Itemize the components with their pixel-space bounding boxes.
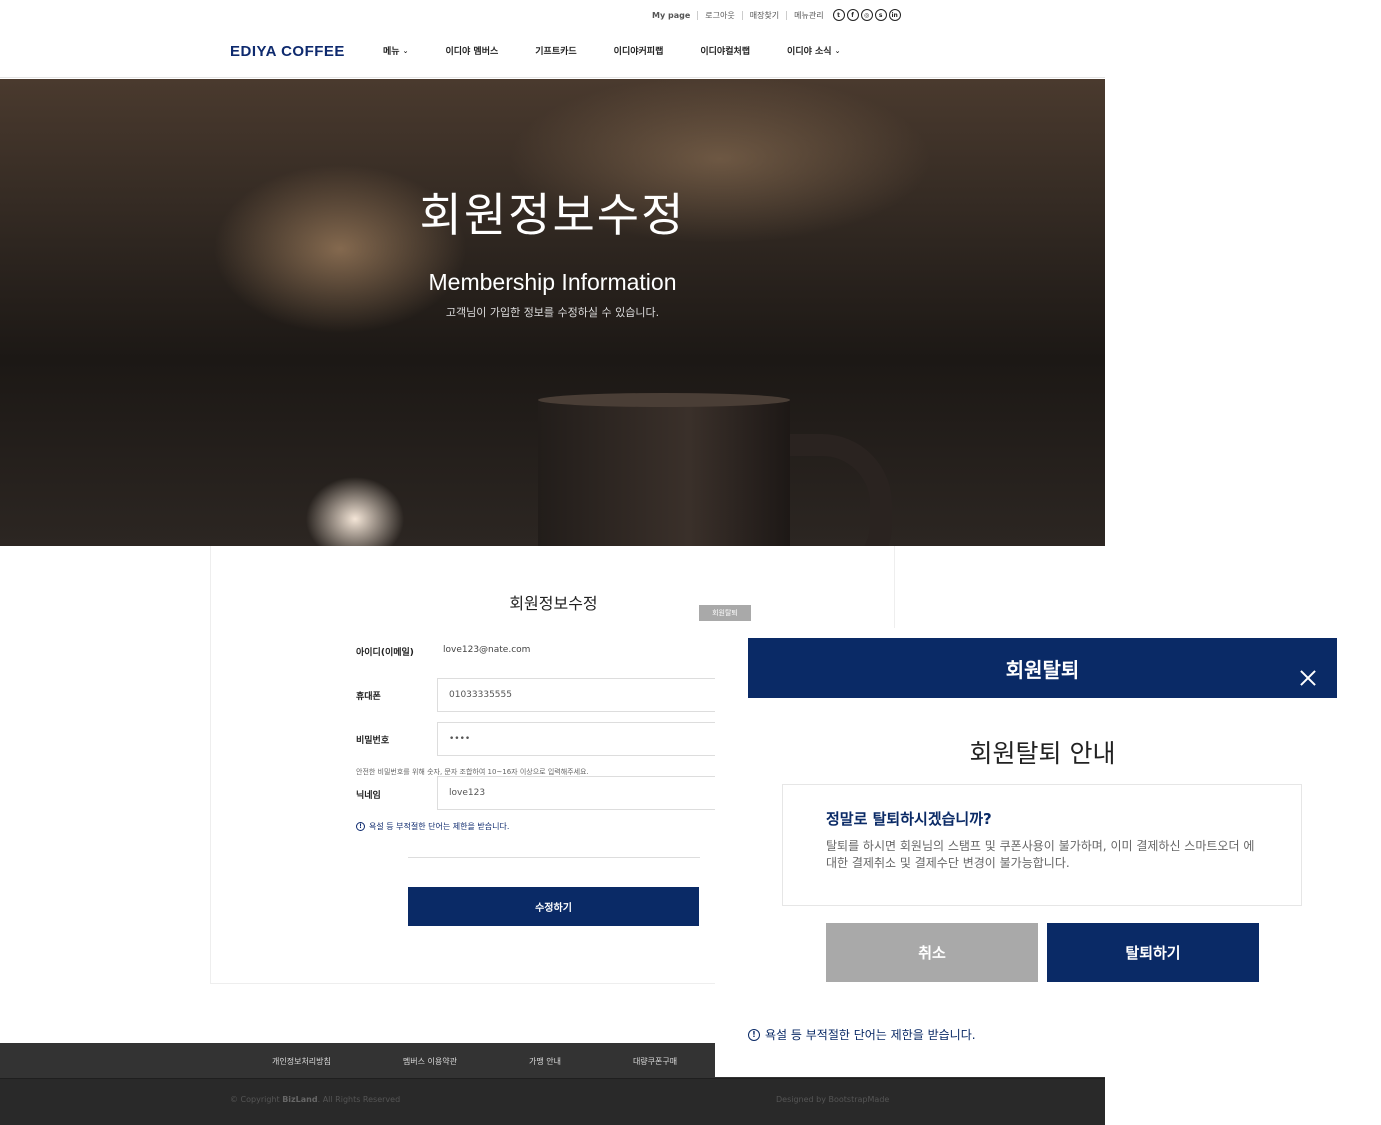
nav-menu: 메뉴 ⌄ 이디야 멤버스 기프트카드 이디야커피랩 이디야컬처랩 이디야 소식 ⌄ (383, 44, 877, 58)
confirm-withdraw-button[interactable]: 탈퇴하기 (1047, 923, 1259, 982)
modal-header: 회원탈퇴 (748, 638, 1337, 698)
password-field[interactable]: •••• (437, 722, 727, 756)
info-icon: ! (356, 822, 365, 831)
nav-item-news[interactable]: 이디야 소식 ⌄ (787, 44, 841, 58)
hero-subtitle: Membership Information (428, 269, 677, 295)
designed-by[interactable]: Designed by BootstrapMade (776, 1095, 889, 1104)
modal-title: 회원탈퇴 (1005, 658, 1080, 682)
notice-question: 정말로 탈퇴하시겠습니까? (826, 810, 992, 828)
mypage-link[interactable]: My page (652, 10, 699, 20)
store-finder-link[interactable]: 매장찾기 (743, 10, 788, 20)
close-icon[interactable] (1298, 668, 1318, 688)
social-links: t f ◎ s in (832, 9, 901, 21)
twitter-icon[interactable]: t (832, 9, 845, 21)
phone-field[interactable]: 01033335555 (437, 678, 727, 712)
password-label: 비밀번호 (356, 736, 390, 746)
nav-item-members[interactable]: 이디야 멤버스 (445, 44, 498, 57)
footer-link-terms[interactable]: 멤버스 이용약관 (403, 1056, 457, 1067)
utility-bar: My page 로그아웃 매장찾기 메뉴관리 t f ◎ s in (652, 8, 901, 22)
facebook-icon[interactable]: f (846, 9, 859, 21)
nav-item-coffeelab[interactable]: 이디야커피랩 (614, 44, 664, 57)
menu-manage-link[interactable]: 메뉴관리 (787, 11, 830, 20)
main-nav: EDIYA COFFEE 메뉴 ⌄ 이디야 멤버스 기프트카드 이디야커피랩 이디… (0, 30, 1105, 78)
copyright: © Copyright BizLand. All Rights Reserved (230, 1095, 401, 1104)
info-icon: ! (748, 1028, 760, 1041)
mug-decoration (538, 397, 790, 546)
modal-note: ! 욕설 등 부적절한 단어는 제한을 받습니다. (748, 1026, 976, 1043)
form-title: 회원정보수정 (509, 594, 598, 613)
footer-link-bulk-coupon[interactable]: 대량쿠폰구매 (633, 1056, 677, 1067)
chevron-down-icon: ⌄ (834, 46, 841, 55)
instagram-icon[interactable]: ◎ (860, 9, 873, 21)
mug-rim-decoration (538, 393, 790, 407)
footer-bottom: © Copyright BizLand. All Rights Reserved… (0, 1079, 1105, 1125)
brand-logo[interactable]: EDIYA COFFEE (230, 43, 345, 60)
id-value: love123@nate.com (443, 645, 531, 655)
logout-link[interactable]: 로그아웃 (698, 10, 743, 20)
cancel-button[interactable]: 취소 (826, 923, 1038, 982)
skype-icon[interactable]: s (874, 9, 887, 21)
withdraw-button[interactable]: 회원탈퇴 (699, 605, 751, 621)
nav-item-giftcard[interactable]: 기프트카드 (535, 44, 576, 57)
nickname-label: 닉네임 (356, 791, 381, 801)
phone-label: 휴대폰 (356, 692, 381, 702)
nickname-note: ! 욕설 등 부적절한 단어는 제한을 받습니다. (356, 821, 509, 832)
modal-heading: 회원탈퇴 안내 (969, 739, 1116, 768)
form-divider (408, 857, 700, 858)
nav-item-culturelab[interactable]: 이디야컬처랩 (700, 44, 750, 57)
nav-item-menu[interactable]: 메뉴 ⌄ (383, 44, 409, 58)
hero-banner: 회원정보수정 Membership Information 고객님이 가입한 정… (0, 79, 1105, 546)
linkedin-icon[interactable]: in (888, 9, 901, 21)
nickname-field[interactable]: love123 (437, 776, 727, 810)
submit-button[interactable]: 수정하기 (408, 887, 699, 926)
hero-description: 고객님이 가입한 정보를 수정하실 수 있습니다. (445, 306, 660, 319)
withdraw-notice: 정말로 탈퇴하시겠습니까? 탈퇴를 하시면 회원님의 스탬프 및 쿠폰사용이 불… (782, 784, 1302, 906)
notice-message: 탈퇴를 하시면 회원님의 스탬프 및 쿠폰사용이 불가하며, 이미 결제하신 스… (826, 839, 1255, 870)
id-label: 아이디(이메일) (356, 648, 414, 658)
footer-link-franchise[interactable]: 가맹 안내 (529, 1056, 561, 1067)
chevron-down-icon: ⌄ (402, 46, 409, 55)
footer-link-privacy[interactable]: 개인정보처리방침 (272, 1056, 331, 1067)
hero-title: 회원정보수정 (419, 188, 686, 242)
